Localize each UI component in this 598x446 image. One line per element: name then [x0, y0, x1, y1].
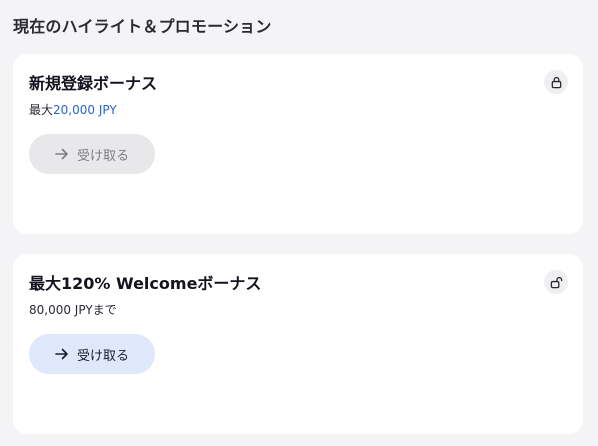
promotion-card-signup-bonus: 新規登録ボーナス 最大20,000 JPY 受け取る: [13, 54, 583, 234]
lock-closed-icon[interactable]: [544, 70, 568, 94]
claim-button[interactable]: 受け取る: [29, 334, 155, 374]
promotion-subtitle: 最大20,000 JPY: [29, 101, 117, 118]
promotion-title: 最大120% Welcomeボーナス: [29, 274, 262, 293]
lock-open-icon[interactable]: [544, 270, 568, 294]
promotion-card-welcome-bonus: 最大120% Welcomeボーナス 80,000 JPYまで 受け取る: [13, 254, 583, 434]
claim-button-label: 受け取る: [76, 148, 129, 164]
section-title: 現在のハイライト＆プロモーション: [13, 17, 272, 36]
lock-open-icon-glyph: [550, 276, 562, 288]
claim-button-label: 受け取る: [76, 348, 129, 364]
arrow-right-icon: [55, 348, 69, 360]
promotion-subtitle-amount: 20,000 JPY: [53, 103, 117, 117]
promotion-subtitle: 80,000 JPYまで: [29, 301, 117, 318]
claim-button[interactable]: 受け取る: [29, 134, 155, 174]
promotion-subtitle-prefix: 最大: [29, 103, 54, 117]
lock-closed-icon-glyph: [551, 76, 561, 88]
promotion-subtitle-prefix: 80,000 JPYまで: [29, 303, 117, 317]
arrow-right-icon: [55, 148, 69, 160]
promotion-title: 新規登録ボーナス: [29, 74, 158, 93]
